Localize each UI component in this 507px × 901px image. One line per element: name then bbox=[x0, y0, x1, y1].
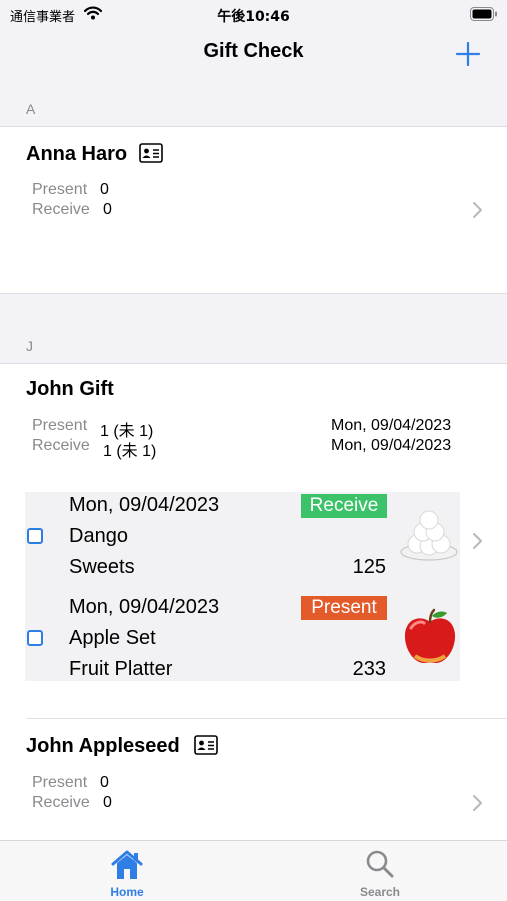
gift-amount: 125 bbox=[352, 556, 386, 578]
chevron-right-icon[interactable] bbox=[471, 201, 483, 219]
receive-badge: Receive bbox=[301, 494, 387, 518]
magnifier-icon bbox=[366, 850, 394, 878]
divider bbox=[0, 293, 507, 294]
present-label: Present bbox=[32, 417, 88, 434]
tab-search[interactable]: Search bbox=[320, 841, 440, 901]
chevron-right-icon[interactable] bbox=[471, 794, 483, 812]
gift-date: Mon, 09/04/2023 bbox=[69, 596, 220, 618]
gift-category: Sweets bbox=[69, 556, 135, 578]
gift-checkbox[interactable] bbox=[27, 630, 43, 646]
receive-value: 0 bbox=[103, 794, 112, 811]
plus-icon bbox=[455, 41, 481, 67]
gift-category: Fruit Platter bbox=[69, 658, 173, 680]
contact-card-icon[interactable] bbox=[139, 143, 163, 163]
receive-label: Receive bbox=[32, 437, 90, 454]
contact-card-icon[interactable] bbox=[194, 735, 218, 755]
person-card-anna-haro[interactable]: Anna Haro Present 0 Receive 0 bbox=[0, 127, 507, 293]
status-bar: 通信事業者 午後10:46 bbox=[0, 0, 507, 28]
section-j-card: John Gift Present 1 (未 1) Mon, 09/04/202… bbox=[0, 364, 507, 840]
house-icon bbox=[111, 850, 143, 879]
chevron-right-icon[interactable] bbox=[471, 532, 483, 550]
present-value: 0 bbox=[100, 774, 109, 791]
dango-icon bbox=[400, 510, 458, 561]
section-header-a: A bbox=[26, 101, 36, 117]
receive-value: 1 (未 1) bbox=[103, 443, 157, 460]
status-time: 午後10:46 bbox=[217, 9, 290, 25]
person-name: John Gift bbox=[26, 378, 114, 400]
gift-name: Dango bbox=[69, 525, 128, 547]
present-label: Present bbox=[32, 774, 88, 791]
gift-list bbox=[25, 492, 460, 681]
gift-amount: 233 bbox=[352, 658, 386, 680]
person-name: Anna Haro bbox=[26, 143, 128, 165]
tab-bar: Home Search bbox=[0, 840, 507, 901]
receive-date: Mon, 09/04/2023 bbox=[331, 437, 452, 454]
tab-home[interactable]: Home bbox=[67, 841, 187, 901]
apple-icon bbox=[404, 608, 456, 664]
present-value: 0 bbox=[100, 181, 109, 198]
battery-icon bbox=[470, 7, 497, 21]
gift-checkbox[interactable] bbox=[27, 528, 43, 544]
tab-label: Search bbox=[359, 885, 401, 899]
receive-value: 0 bbox=[103, 201, 112, 218]
add-button[interactable] bbox=[452, 38, 484, 70]
present-label: Present bbox=[32, 181, 88, 198]
receive-label: Receive bbox=[32, 794, 90, 811]
divider bbox=[26, 718, 507, 719]
section-header-j: J bbox=[26, 338, 33, 354]
gift-name: Apple Set bbox=[69, 627, 156, 649]
tab-label: Home bbox=[110, 885, 144, 899]
receive-label: Receive bbox=[32, 201, 90, 218]
gift-date: Mon, 09/04/2023 bbox=[69, 494, 220, 516]
present-date: Mon, 09/04/2023 bbox=[331, 417, 452, 434]
page-title: Gift Check bbox=[203, 40, 304, 62]
present-badge: Present bbox=[301, 596, 387, 620]
person-name: John Appleseed bbox=[26, 735, 180, 757]
